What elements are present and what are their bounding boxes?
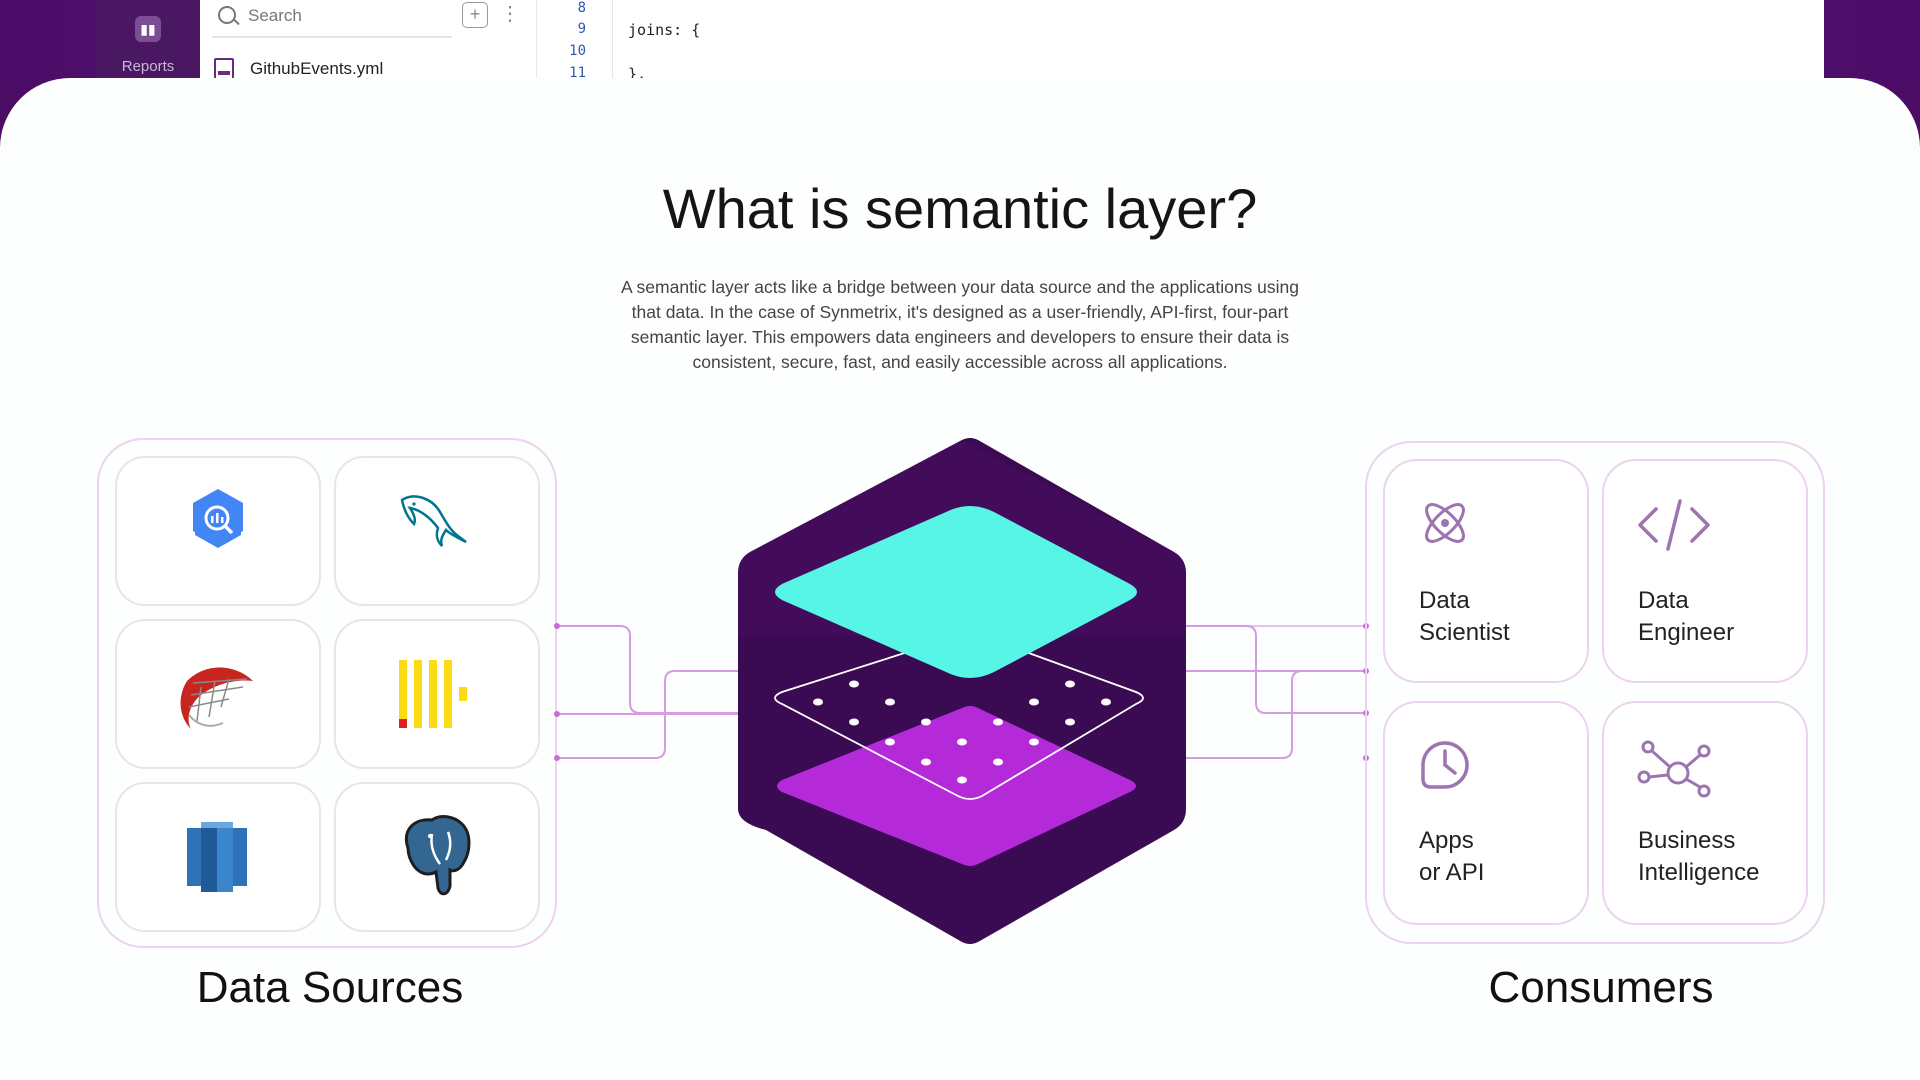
network-icon (1637, 740, 1711, 798)
connector-line (1186, 625, 1366, 714)
consumer-label: Data Scientist (1419, 587, 1510, 646)
connector-line (557, 625, 738, 714)
consumer-label: Data Engineer (1638, 587, 1735, 646)
consumer-tile-data-scientist[interactable]: Data Scientist (1383, 459, 1589, 683)
consumer-label: Apps or API (1419, 827, 1485, 886)
consumer-label: Business Intelligence (1638, 827, 1760, 886)
connector-dot (554, 711, 560, 717)
consumer-tile-data-engineer[interactable]: Data Engineer (1602, 459, 1808, 683)
atom-icon (1425, 503, 1465, 543)
consumer-tile-apps-api[interactable]: Apps or API (1383, 701, 1589, 925)
clock-icon (1421, 741, 1469, 789)
consumers-caption: Consumers (1488, 963, 1714, 1012)
connector-dot (554, 755, 560, 761)
connector-dot (554, 623, 560, 629)
connector-line (1186, 670, 1366, 759)
consumer-tile-business-intelligence[interactable]: Business Intelligence (1602, 701, 1808, 925)
semantic-layer-hexagon (738, 438, 1186, 944)
code-icon (1638, 499, 1710, 551)
